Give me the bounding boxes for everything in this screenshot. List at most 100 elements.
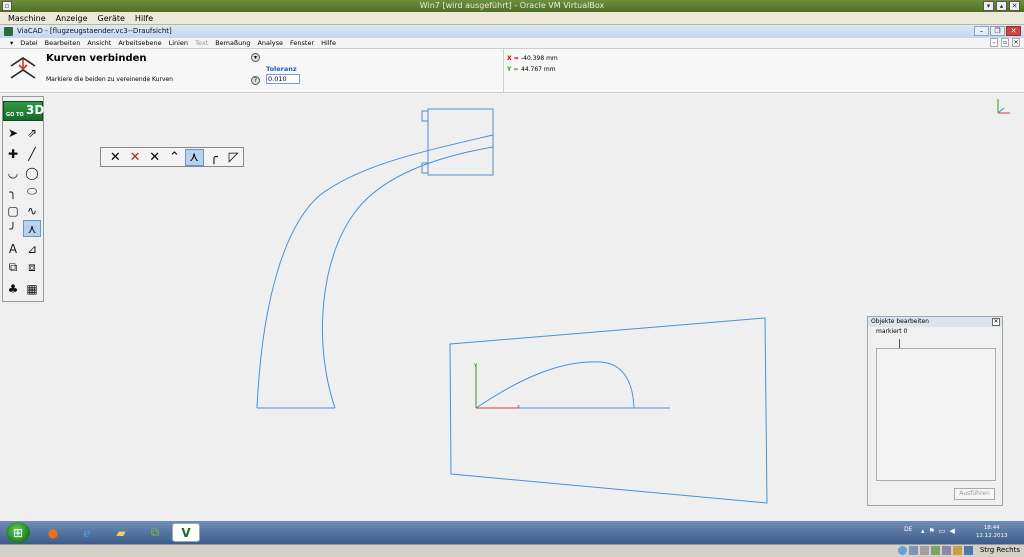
language-indicator[interactable]: DE <box>904 526 912 533</box>
menu-bemassung[interactable]: Bemaßung <box>215 38 250 48</box>
viacad-taskbar-icon[interactable]: V <box>172 523 200 542</box>
menu-analyse[interactable]: Analyse <box>257 38 283 48</box>
select-arrow-icon[interactable]: ➤ <box>4 124 22 141</box>
join-tools-flyout: ✕ ✕ ✕ ⌃ ⋏ ╭ ◸ <box>100 147 244 167</box>
app-menu-icon[interactable]: ▾ <box>10 38 13 48</box>
disk-icon[interactable] <box>898 546 907 555</box>
text-icon[interactable]: A <box>4 240 22 257</box>
command-hint: Markiere die beiden zu vereinende Kurven <box>46 76 173 83</box>
x-coord-label: X = <box>507 55 519 62</box>
menu-fenster[interactable]: Fenster <box>290 38 314 48</box>
break-icon[interactable]: ✕ <box>145 149 164 166</box>
volume-icon[interactable]: ◀ <box>949 527 954 535</box>
point-icon[interactable]: ✚ <box>4 145 22 162</box>
firefox-icon[interactable]: ● <box>39 523 67 542</box>
trim-red-icon[interactable]: ✕ <box>126 149 145 166</box>
execute-button[interactable]: Ausführen <box>954 488 995 500</box>
app-minimize-button[interactable]: – <box>974 26 989 36</box>
rectangle-icon[interactable]: ▢ <box>4 202 22 219</box>
marked-count: markiert 0 <box>876 328 908 335</box>
line-icon[interactable]: ╱ <box>23 145 41 162</box>
chamfer-icon[interactable]: ◸ <box>224 149 243 166</box>
dimension-icon[interactable]: ⊿ <box>23 240 41 257</box>
menu-bearbeiten[interactable]: Bearbeiten <box>45 38 81 48</box>
menu-text[interactable]: Text <box>195 38 208 48</box>
app-restore-button[interactable]: ❐ <box>990 26 1005 36</box>
app-menubar: ▾ Datei Bearbeiten Ansicht Arbeitsebene … <box>0 38 1024 49</box>
menu-hilfe[interactable]: Hilfe <box>321 38 336 48</box>
menu-linien[interactable]: Linien <box>169 38 188 48</box>
shared-folder-icon[interactable] <box>953 546 962 555</box>
clock-date: 12.12.2013 <box>976 533 1008 539</box>
copy-icon[interactable]: ⧈ <box>23 259 41 276</box>
audio-icon[interactable] <box>920 546 929 555</box>
app-close-button[interactable]: ✕ <box>1006 26 1021 36</box>
maximize-button[interactable]: ▴ <box>996 1 1007 11</box>
menu-ansicht[interactable]: Ansicht <box>87 38 111 48</box>
doc-minimize-button[interactable]: – <box>990 38 998 47</box>
tray-icons: ▴ ⚑ ▭ ◀ <box>921 527 955 535</box>
app-titlebar: ViaCAD - [flugzeugstaender.vc3--Draufsic… <box>0 25 1024 38</box>
explorer-folder-icon[interactable]: ▰ <box>107 523 135 542</box>
network-icon[interactable]: ▭ <box>939 527 946 535</box>
objects-list[interactable] <box>876 348 996 481</box>
vbox-menu-anzeige[interactable]: Anzeige <box>56 12 88 24</box>
flag-icon[interactable]: ⚑ <box>929 527 935 535</box>
calculator-icon[interactable]: ▦ <box>23 280 41 297</box>
doc-restore-button[interactable]: ▫ <box>1001 38 1009 47</box>
options-dropdown-icon[interactable]: ▾ <box>251 53 260 62</box>
y-coord-value: 44.767 mm <box>521 66 556 73</box>
fillet-flyout-icon[interactable]: ╭ <box>205 149 224 166</box>
select-outline-icon[interactable]: ⇗ <box>23 124 41 141</box>
optical-icon[interactable] <box>909 546 918 555</box>
vbox-statusbar <box>0 544 1024 557</box>
capture-icon[interactable] <box>964 546 973 555</box>
help-icon[interactable]: ? <box>251 76 260 85</box>
vbox-menu-maschine[interactable]: Maschine <box>8 12 46 24</box>
spline-icon[interactable]: ∿ <box>23 202 41 219</box>
virtualbox-menubar: Maschine Anzeige Geräte Hilfe <box>0 12 1024 25</box>
panel-close-icon[interactable]: ✕ <box>992 318 1000 326</box>
doc-close-button[interactable]: ✕ <box>1012 38 1020 47</box>
tree-icon[interactable]: ♣ <box>4 280 22 297</box>
menu-arbeitsebene[interactable]: Arbeitsebene <box>118 38 161 48</box>
menu-datei[interactable]: Datei <box>20 38 37 48</box>
svg-text:y: y <box>474 362 477 368</box>
wing-plane[interactable] <box>449 317 768 504</box>
circle-icon[interactable]: ◯ <box>23 164 41 181</box>
tolerance-input[interactable] <box>266 74 300 84</box>
close-button[interactable]: ✕ <box>1009 1 1020 11</box>
command-title: Kurven verbinden <box>46 53 147 64</box>
tray-expand-icon[interactable]: ▴ <box>921 527 925 535</box>
viacad-logo-icon <box>4 27 13 36</box>
stand-curve[interactable] <box>256 134 494 409</box>
internet-explorer-icon[interactable]: ℯ <box>73 523 101 542</box>
network-adapter-icon[interactable] <box>931 546 940 555</box>
ellipse-icon[interactable]: ⬭ <box>23 183 41 200</box>
divider <box>503 49 504 92</box>
transform-icon[interactable]: ⧉ <box>4 259 22 276</box>
join-curves-icon <box>10 57 36 79</box>
join-icon[interactable]: ⋏ <box>184 148 204 166</box>
usb-icon[interactable] <box>942 546 951 555</box>
edit-objects-title: Objekte bearbeiten <box>868 317 1002 327</box>
host-key-label: Strg Rechts <box>979 546 1020 554</box>
box-shape[interactable] <box>421 108 494 176</box>
text-cursor <box>899 339 900 348</box>
vmware-icon[interactable]: ⧉ <box>141 523 169 542</box>
trim-cross-icon[interactable]: ✕ <box>106 149 125 166</box>
start-button[interactable]: ⊞ <box>6 522 30 543</box>
fillet-icon[interactable]: ╮ <box>4 183 22 200</box>
arc-icon[interactable]: ◡ <box>4 164 22 181</box>
goto-3d-button[interactable]: GO TO 3D <box>3 101 44 121</box>
view-triad-icon <box>997 99 1010 114</box>
vbox-menu-hilfe[interactable]: Hilfe <box>135 12 153 24</box>
extend-icon[interactable]: ⌃ <box>165 149 184 166</box>
clock-time: 18:44 <box>983 525 1000 531</box>
trim-icon[interactable]: ╯ <box>4 220 22 237</box>
window-menu-icon[interactable]: ▫ <box>2 1 12 11</box>
clock[interactable]: 18:44 12.12.2013 <box>976 524 1008 540</box>
minimize-button[interactable]: ▾ <box>983 1 994 11</box>
vbox-menu-geraete[interactable]: Geräte <box>98 12 125 24</box>
join-curves-tool-icon[interactable]: ⋏ <box>23 220 41 237</box>
